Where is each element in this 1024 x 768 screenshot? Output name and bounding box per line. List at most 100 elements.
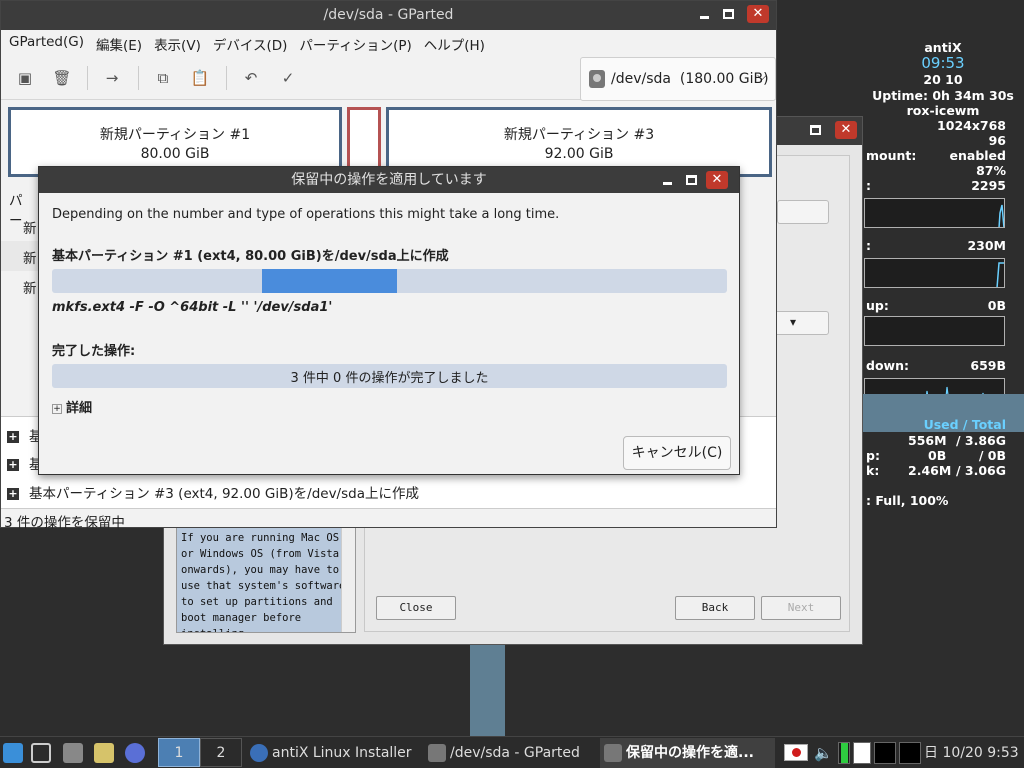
toolbar-separator: [138, 66, 139, 90]
conky-uptime: Uptime: 0h 34m 30s: [872, 88, 1014, 103]
details-label: 詳細: [66, 401, 93, 416]
conky-swap-total: / 0B: [978, 448, 1006, 463]
workspace-1[interactable]: 1: [158, 738, 200, 767]
conky-ram-value: 230M: [967, 238, 1006, 253]
menu-gparted[interactable]: GParted(G): [3, 30, 90, 56]
new-partition-icon[interactable]: ▣: [15, 68, 35, 88]
undo-icon[interactable]: ↶: [241, 68, 261, 88]
maximize-button[interactable]: [680, 171, 702, 189]
partition-3-name: 新規パーティション #3: [503, 127, 655, 143]
conky-mem-used: 556M: [908, 433, 947, 448]
conky-net-down-value: 659B: [970, 358, 1006, 373]
paste-icon[interactable]: 📋: [190, 68, 210, 88]
cancel-button[interactable]: キャンセル(C): [623, 436, 731, 470]
device-label: /dev/sda (180.00 GiB): [611, 71, 769, 87]
conky-automount-value: enabled: [949, 148, 1006, 163]
plus-icon: +: [7, 430, 19, 443]
disk-icon: [604, 744, 622, 762]
conky-battery-status: : Full, 100%: [866, 493, 949, 508]
menu-view[interactable]: 表示(V): [148, 30, 207, 56]
completed-progress-bar: 3 件中 0 件の操作が完了しました: [52, 364, 727, 388]
eject-icon[interactable]: [63, 743, 83, 763]
start-menu-icon[interactable]: [3, 743, 23, 763]
task-apply-dialog-label: 保留中の操作を適...: [626, 745, 754, 761]
conky-battery-value: 87%: [976, 163, 1006, 178]
installer-close-button[interactable]: Close: [376, 596, 456, 620]
volume-icon[interactable]: 🔈: [814, 740, 833, 766]
conky-disk-label: k:: [866, 463, 880, 478]
completed-progress-text: 3 件中 0 件の操作が完了しました: [290, 371, 489, 386]
close-icon: ✕: [752, 6, 764, 21]
toolbar-separator: [226, 66, 227, 90]
conky-host: antiX: [924, 40, 962, 55]
plus-icon: +: [7, 487, 19, 500]
disk-icon: [589, 70, 605, 88]
current-operation-label: 基本パーティション #1 (ext4, 80.00 GiB)を/dev/sda上…: [52, 249, 449, 264]
installer-info-content: If you are running Mac OS or Windows OS …: [181, 532, 346, 632]
chevron-down-icon: ⌵: [757, 69, 767, 84]
taskbar-clock[interactable]: 日 10/20 9:53: [924, 740, 1019, 766]
menubar: GParted(G) 編集(E) 表示(V) デバイス(D) パーティション(P…: [1, 30, 776, 56]
cpu-graph: [864, 198, 1005, 228]
net-up-graph: [864, 316, 1005, 346]
desktop-panel: [470, 645, 505, 737]
pending-operation-row[interactable]: + 基本パーティション #3 (ext4, 92.00 GiB)を/dev/sda…: [7, 482, 419, 504]
browser-icon[interactable]: [125, 743, 145, 763]
minimize-button[interactable]: [656, 171, 678, 189]
status-bar: 3 件の操作を保留中: [1, 508, 776, 531]
conky-swap-used: 0B: [928, 448, 947, 463]
delete-icon[interactable]: 🗑: [52, 68, 72, 88]
task-gparted-label: /dev/sda - GParted: [450, 745, 580, 761]
close-window-button[interactable]: ✕: [706, 171, 728, 189]
completed-operations-label: 完了した操作:: [52, 344, 136, 359]
globe-icon: [250, 744, 268, 762]
disk-monitor-icon: [899, 742, 921, 764]
task-apply-dialog[interactable]: 保留中の操作を適...: [600, 738, 775, 768]
close-window-button[interactable]: ✕: [747, 5, 769, 23]
operation-progress-bar: [52, 269, 727, 293]
gparted-titlebar: /dev/sda - GParted ✕: [1, 1, 776, 30]
menu-help[interactable]: ヘルプ(H): [418, 30, 491, 56]
maximize-button[interactable]: [804, 121, 826, 139]
installer-back-button[interactable]: Back: [675, 596, 755, 620]
resize-move-icon[interactable]: →: [102, 68, 122, 88]
apply-icon[interactable]: ✓: [278, 68, 298, 88]
menu-device[interactable]: デバイス(D): [207, 30, 294, 56]
show-desktop-icon[interactable]: [31, 743, 51, 763]
minimize-icon: [662, 182, 672, 185]
menu-partition[interactable]: パーティション(P): [293, 30, 417, 56]
dialog-titlebar: 保留中の操作を適用しています ✕: [39, 167, 739, 193]
workspace-2[interactable]: 2: [200, 738, 242, 767]
maximize-icon: [722, 8, 734, 19]
task-installer[interactable]: antiX Linux Installer: [246, 738, 416, 768]
menu-edit[interactable]: 編集(E): [90, 30, 148, 56]
file-manager-icon[interactable]: [94, 743, 114, 763]
toolbar-separator: [87, 66, 88, 90]
installer-field[interactable]: [777, 200, 829, 224]
close-icon: ✕: [840, 122, 852, 137]
conky-cpu-label: :: [866, 178, 871, 193]
device-selector[interactable]: /dev/sda (180.00 GiB) ⌵: [580, 57, 776, 101]
conky-disk-used: 2.46M: [908, 463, 952, 478]
details-expander[interactable]: + 詳細: [52, 397, 92, 416]
maximize-button[interactable]: [717, 5, 739, 23]
close-icon: ✕: [711, 172, 723, 187]
device-size: (180.00 GiB): [679, 71, 769, 87]
dialog-title: 保留中の操作を適用しています: [291, 172, 487, 188]
task-installer-label: antiX Linux Installer: [272, 745, 412, 761]
current-command: mkfs.ext4 -F -O ^64bit -L '' '/dev/sda1': [52, 300, 333, 315]
memory-monitor-icon: [853, 742, 871, 764]
japan-flag-icon[interactable]: [784, 744, 808, 761]
info-scrollbar[interactable]: [341, 528, 355, 632]
conky-cpu-value: 2295: [971, 178, 1006, 193]
device-name: /dev/sda: [611, 71, 671, 87]
partition-list-header: パー: [9, 193, 23, 229]
task-gparted[interactable]: /dev/sda - GParted: [424, 738, 594, 768]
minimize-icon: [699, 16, 709, 19]
installer-next-button[interactable]: Next: [761, 596, 841, 620]
partition-1-name: 新規パーティション #1: [99, 127, 251, 143]
close-window-button[interactable]: ✕: [835, 121, 857, 139]
minimize-button[interactable]: [693, 5, 715, 23]
copy-icon[interactable]: ⧉: [153, 68, 173, 88]
gparted-title: /dev/sda - GParted: [323, 7, 454, 23]
